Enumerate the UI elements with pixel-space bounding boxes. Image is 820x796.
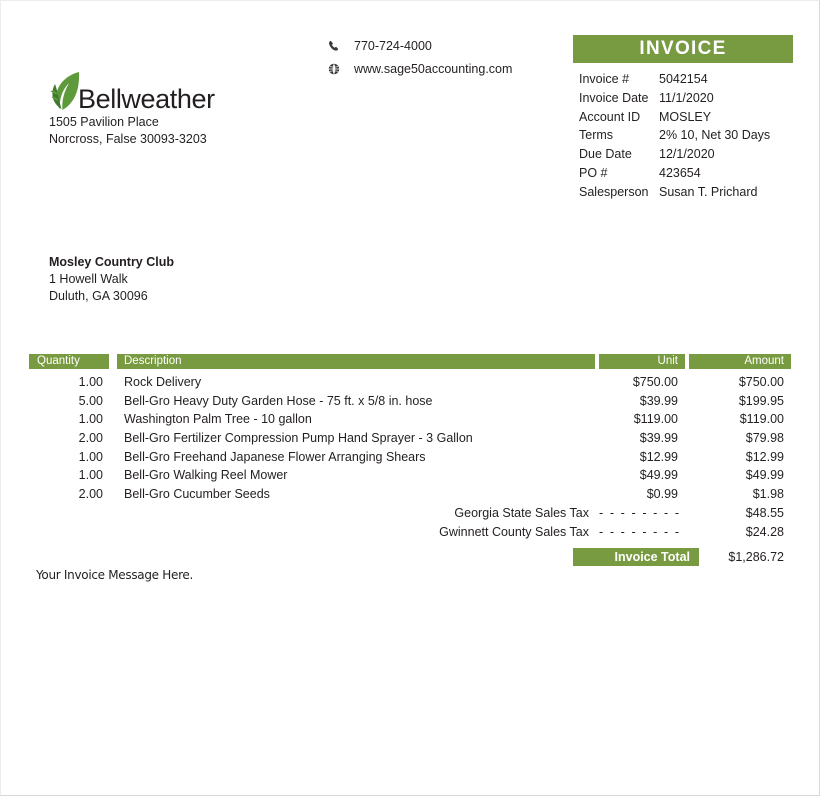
meta-label: Invoice Date	[579, 90, 649, 105]
table-row: 2.00 Bell-Gro Fertilizer Compression Pum…	[29, 429, 791, 448]
cell-amount: $79.98	[745, 431, 784, 446]
tax-amount: $48.55	[745, 505, 784, 520]
cell-quantity: 1.00	[78, 375, 103, 389]
website-url: www.sage50accounting.com	[354, 62, 513, 76]
globe-icon	[327, 62, 341, 76]
meta-row-due-date: Due Date 12/1/2020	[579, 147, 795, 166]
cell-unit: $750.00	[632, 375, 678, 389]
cell-description: Bell-Gro Cucumber Seeds	[124, 487, 270, 502]
column-header-quantity: Quantity	[29, 354, 109, 369]
meta-label: Salesperson	[579, 184, 649, 199]
cell-quantity: 5.00	[78, 393, 103, 408]
meta-row-account-id: Account ID MOSLEY	[579, 110, 795, 129]
invoice-meta-table: Invoice # 5042154 Invoice Date 11/1/2020…	[579, 72, 795, 204]
cell-quantity: 1.00	[78, 449, 103, 464]
cell-description: Bell-Gro Heavy Duty Garden Hose - 75 ft.…	[124, 393, 433, 408]
meta-label: Due Date	[579, 147, 632, 162]
cell-unit: $0.99	[646, 487, 678, 502]
cell-unit: $119.00	[633, 412, 678, 427]
meta-label: Terms	[579, 128, 614, 143]
invoice-total-amount: $1,286.72	[728, 550, 784, 565]
cell-description: Bell-Gro Fertilizer Compression Pump Han…	[124, 431, 473, 446]
cell-unit: $39.99	[639, 431, 678, 446]
bill-to-name: Mosley Country Club	[49, 255, 175, 269]
website-row: www.sage50accounting.com	[327, 59, 512, 79]
tax-separator: - - - - - - - - - -	[599, 505, 685, 520]
meta-row-po-number: PO # 423654	[579, 166, 795, 185]
company-address-line-1: 1505 Pavilion Place	[49, 115, 159, 129]
cell-quantity: 2.00	[78, 431, 103, 446]
column-header-description: Description	[117, 354, 595, 369]
tax-separator: - - - - - - - - - -	[599, 525, 685, 540]
phone-icon	[327, 39, 341, 53]
meta-label: PO #	[579, 165, 608, 180]
bill-to-block: Mosley Country Club 1 Howell Walk Duluth…	[49, 254, 174, 304]
invoice-total-row: Invoice Total $1,286.72	[29, 548, 791, 567]
invoice-total-label: Invoice Total	[573, 548, 699, 567]
column-header-unit: Unit	[599, 354, 685, 369]
cell-amount: $199.95	[738, 393, 784, 408]
meta-value: 423654	[659, 165, 701, 180]
tax-label: Gwinnett County Sales Tax	[439, 525, 589, 540]
cell-description: Rock Delivery	[124, 375, 202, 389]
cell-amount: $12.99	[745, 449, 784, 464]
cell-unit: $39.99	[639, 393, 678, 408]
column-header-amount: Amount	[689, 354, 791, 369]
meta-value: 5042154	[659, 72, 708, 86]
phone-number: 770-724-4000	[354, 39, 432, 53]
cell-amount: $49.99	[745, 468, 784, 483]
tax-row-gwinnett-county: Gwinnett County Sales Tax - - - - - - - …	[29, 523, 791, 542]
table-row: 1.00 Rock Delivery $750.00 $750.00	[29, 373, 791, 392]
company-identity-block: Bellweather 1505 Pavilion Place Norcross…	[49, 69, 309, 147]
contact-block: 770-724-4000 www.sage50accounting.com	[327, 36, 512, 82]
company-address-line-2: Norcross, False 30093-3203	[49, 131, 207, 146]
meta-label: Invoice #	[579, 72, 630, 86]
logo-row: Bellweather	[49, 69, 309, 114]
cell-unit: $12.99	[639, 449, 678, 464]
meta-row-invoice-number: Invoice # 5042154	[579, 72, 795, 91]
cell-description: Washington Palm Tree - 10 gallon	[124, 412, 312, 427]
company-name: Bellweather	[78, 84, 215, 114]
total-spacer	[29, 548, 573, 566]
table-row: 1.00 Washington Palm Tree - 10 gallon $1…	[29, 410, 791, 429]
tax-amount: $24.28	[745, 525, 784, 540]
cell-amount: $119.00	[739, 412, 784, 427]
meta-value: MOSLEY	[659, 109, 712, 124]
table-row: 1.00 Bell-Gro Walking Reel Mower $49.99 …	[29, 466, 791, 485]
meta-row-invoice-date: Invoice Date 11/1/2020	[579, 91, 795, 110]
cell-description: Bell-Gro Walking Reel Mower	[124, 468, 288, 483]
cell-description: Bell-Gro Freehand Japanese Flower Arrang…	[124, 449, 426, 464]
cell-quantity: 2.00	[78, 487, 103, 502]
table-row: 5.00 Bell-Gro Heavy Duty Garden Hose - 7…	[29, 392, 791, 411]
tax-label: Georgia State Sales Tax	[454, 505, 589, 520]
line-items-table: Quantity Description Unit Amount 1.00 Ro…	[29, 354, 791, 567]
tax-row-georgia-state: Georgia State Sales Tax - - - - - - - - …	[29, 504, 791, 523]
table-row: 1.00 Bell-Gro Freehand Japanese Flower A…	[29, 448, 791, 467]
cell-amount: $1.98	[752, 487, 784, 502]
meta-row-terms: Terms 2% 10, Net 30 Days	[579, 128, 795, 147]
cell-amount: $750.00	[738, 375, 784, 389]
meta-value: 12/1/2020	[659, 147, 715, 162]
cell-quantity: 1.00	[78, 412, 103, 427]
bill-to-line-2: Duluth, GA 30096	[49, 288, 148, 303]
invoice-page: Bellweather 1505 Pavilion Place Norcross…	[0, 0, 820, 796]
phone-row: 770-724-4000	[327, 36, 512, 56]
meta-value: Susan T. Prichard	[659, 184, 758, 199]
bill-to-line-1: 1 Howell Walk	[49, 272, 128, 286]
cell-quantity: 1.00	[78, 468, 103, 483]
invoice-message: Your Invoice Message Here.	[36, 568, 194, 582]
meta-label: Account ID	[579, 109, 641, 124]
table-row: 2.00 Bell-Gro Cucumber Seeds $0.99 $1.98	[29, 485, 791, 504]
meta-value: 11/1/2020	[659, 90, 714, 105]
cell-unit: $49.99	[639, 468, 678, 483]
company-address: 1505 Pavilion Place Norcross, False 3009…	[49, 114, 309, 147]
table-header-row: Quantity Description Unit Amount	[29, 354, 791, 369]
meta-row-salesperson: Salesperson Susan T. Prichard	[579, 185, 795, 204]
meta-value: 2% 10, Net 30 Days	[659, 128, 771, 143]
invoice-banner: INVOICE	[573, 35, 793, 63]
